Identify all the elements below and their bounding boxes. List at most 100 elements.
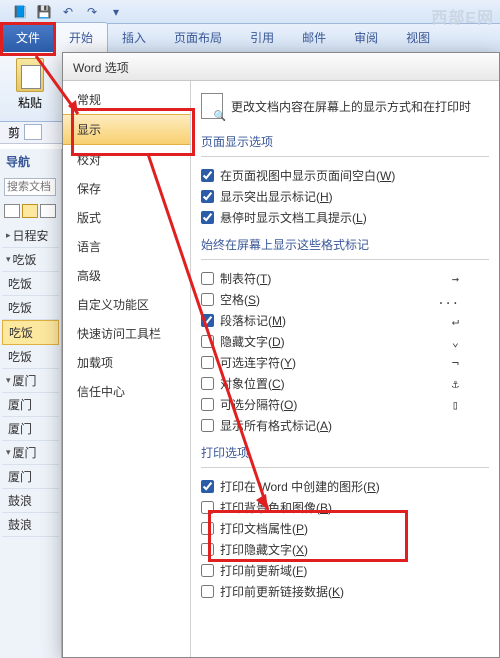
checkbox[interactable]	[201, 398, 214, 411]
nav-view-1-icon[interactable]	[4, 204, 20, 218]
nav-item[interactable]: 鼓浪	[2, 489, 59, 513]
tab-insert[interactable]: 插入	[108, 23, 160, 52]
option-label: 空格(S)	[220, 291, 260, 308]
sidebar-item[interactable]: 加载项	[63, 348, 190, 377]
undo-icon[interactable]: ↶	[58, 3, 78, 21]
sidebar-item[interactable]: 高级	[63, 261, 190, 290]
option-row[interactable]: 对象位置(C)⚓	[201, 373, 489, 394]
format-symbol: →	[452, 272, 459, 286]
navigation-panel: 导航 ▸日程安▾吃饭吃饭吃饭吃饭吃饭▾厦门厦门厦门▾厦门厦门鼓浪鼓浪	[0, 149, 62, 658]
checkbox[interactable]	[201, 169, 214, 182]
save-icon[interactable]: 💾	[34, 3, 54, 21]
checkbox[interactable]	[201, 293, 214, 306]
nav-item[interactable]: 吃饭	[2, 320, 59, 345]
option-label: 打印背景色和图像(B)	[220, 499, 332, 516]
search-input[interactable]	[4, 178, 56, 196]
tab-layout[interactable]: 页面布局	[160, 23, 236, 52]
paste-button[interactable]: 粘贴	[8, 56, 52, 117]
option-label: 显示突出显示标记(H)	[220, 188, 333, 205]
qat-more-icon[interactable]: ▾	[106, 3, 126, 21]
sidebar-item[interactable]: 版式	[63, 203, 190, 232]
option-label: 在页面视图中显示页面间空白(W)	[220, 167, 395, 184]
nav-item[interactable]: ▾吃饭	[2, 248, 59, 272]
tab-mailings[interactable]: 邮件	[288, 23, 340, 52]
section-format-marks-options: 制表符(T)→空格(S)...段落标记(M)↵隐藏文字(D)⌄ 可选连字符(Y) ¬…	[201, 268, 489, 436]
nav-item[interactable]: 吃饭	[2, 345, 59, 369]
option-row[interactable]: 打印背景色和图像(B)	[201, 497, 489, 518]
checkbox[interactable]	[201, 314, 214, 327]
option-row[interactable]: 打印文档属性(P)	[201, 518, 489, 539]
checkbox[interactable]	[201, 272, 214, 285]
option-row[interactable]: 打印前更新链接数据(K)	[201, 581, 489, 602]
section-page-display: 页面显示选项	[201, 133, 489, 150]
nav-item[interactable]: 厦门	[2, 465, 59, 489]
word-icon: 📘	[10, 3, 30, 21]
option-row[interactable]: 打印前更新域(F)	[201, 560, 489, 581]
sidebar-item[interactable]: 信任中心	[63, 377, 190, 406]
nav-view-2-icon[interactable]	[22, 204, 38, 218]
nav-item[interactable]: 吃饭	[2, 296, 59, 320]
option-row[interactable]: 可选连字符(Y) ¬	[201, 352, 489, 373]
option-row[interactable]: 显示所有格式标记(A)	[201, 415, 489, 436]
option-label: 打印隐藏文字(X)	[220, 541, 308, 558]
tab-home[interactable]: 开始	[54, 22, 108, 52]
section-print-options: 打印在 Word 中创建的图形(R) 打印背景色和图像(B) 打印文档属性(P) 打印…	[201, 476, 489, 602]
checkbox[interactable]	[201, 419, 214, 432]
format-symbol: ⚓	[452, 377, 459, 391]
checkbox[interactable]	[201, 585, 214, 598]
nav-item[interactable]: ▸日程安	[2, 224, 59, 248]
nav-item[interactable]: 厦门	[2, 417, 59, 441]
option-row[interactable]: 空格(S)...	[201, 289, 489, 310]
sidebar-item[interactable]: 自定义功能区	[63, 290, 190, 319]
checkbox[interactable]	[201, 335, 214, 348]
nav-list: ▸日程安▾吃饭吃饭吃饭吃饭吃饭▾厦门厦门厦门▾厦门厦门鼓浪鼓浪	[2, 224, 59, 537]
nav-item[interactable]: 鼓浪	[2, 513, 59, 537]
nav-view-3-icon[interactable]	[40, 204, 56, 218]
checkbox[interactable]	[201, 480, 214, 493]
nav-item[interactable]: ▾厦门	[2, 441, 59, 465]
tab-view[interactable]: 视图	[392, 23, 444, 52]
checkbox[interactable]	[201, 501, 214, 514]
tab-file[interactable]: 文件	[2, 23, 54, 52]
cut-label[interactable]: 剪	[8, 124, 20, 141]
option-row[interactable]: 悬停时显示文档工具提示(L)	[201, 207, 489, 228]
format-symbol: ⌄	[452, 335, 459, 349]
checkbox[interactable]	[201, 211, 214, 224]
paste-icon	[16, 58, 44, 92]
option-label: 打印文档属性(P)	[220, 520, 308, 537]
tab-review[interactable]: 审阅	[340, 23, 392, 52]
redo-icon[interactable]: ↷	[82, 3, 102, 21]
sidebar-item[interactable]: 校对	[63, 145, 190, 174]
option-row[interactable]: 显示突出显示标记(H)	[201, 186, 489, 207]
sidebar-item[interactable]: 常规	[63, 85, 190, 114]
option-row[interactable]: 打印在 Word 中创建的图形(R)	[201, 476, 489, 497]
option-row[interactable]: 隐藏文字(D)⌄	[201, 331, 489, 352]
option-row[interactable]: 制表符(T)→	[201, 268, 489, 289]
checkbox[interactable]	[201, 356, 214, 369]
checkbox[interactable]	[201, 190, 214, 203]
checkbox[interactable]	[201, 522, 214, 535]
option-row[interactable]: 段落标记(M)↵	[201, 310, 489, 331]
section-format-marks: 始终在屏幕上显示这些格式标记	[201, 236, 489, 253]
sidebar-item[interactable]: 显示	[63, 114, 190, 145]
nav-item[interactable]: ▾厦门	[2, 369, 59, 393]
quick-access-toolbar: 📘 💾 ↶ ↷ ▾	[0, 0, 500, 24]
format-symbol: ↵	[452, 314, 459, 328]
checkbox[interactable]	[201, 377, 214, 390]
sidebar-item[interactable]: 语言	[63, 232, 190, 261]
checkbox[interactable]	[201, 564, 214, 577]
option-row[interactable]: 在页面视图中显示页面间空白(W)	[201, 165, 489, 186]
nav-item[interactable]: 吃饭	[2, 272, 59, 296]
option-label: 可选连字符(Y)	[220, 354, 296, 371]
option-label: 悬停时显示文档工具提示(L)	[220, 209, 367, 226]
sidebar-item[interactable]: 保存	[63, 174, 190, 203]
checkbox[interactable]	[201, 543, 214, 556]
format-symbol: ¬	[452, 356, 459, 370]
sidebar-item[interactable]: 快速访问工具栏	[63, 319, 190, 348]
option-row[interactable]: 可选分隔符(O)▯	[201, 394, 489, 415]
tool-icon[interactable]	[24, 124, 42, 140]
option-row[interactable]: 打印隐藏文字(X)	[201, 539, 489, 560]
nav-item[interactable]: 厦门	[2, 393, 59, 417]
nav-title: 导航	[0, 149, 61, 174]
tab-references[interactable]: 引用	[236, 23, 288, 52]
